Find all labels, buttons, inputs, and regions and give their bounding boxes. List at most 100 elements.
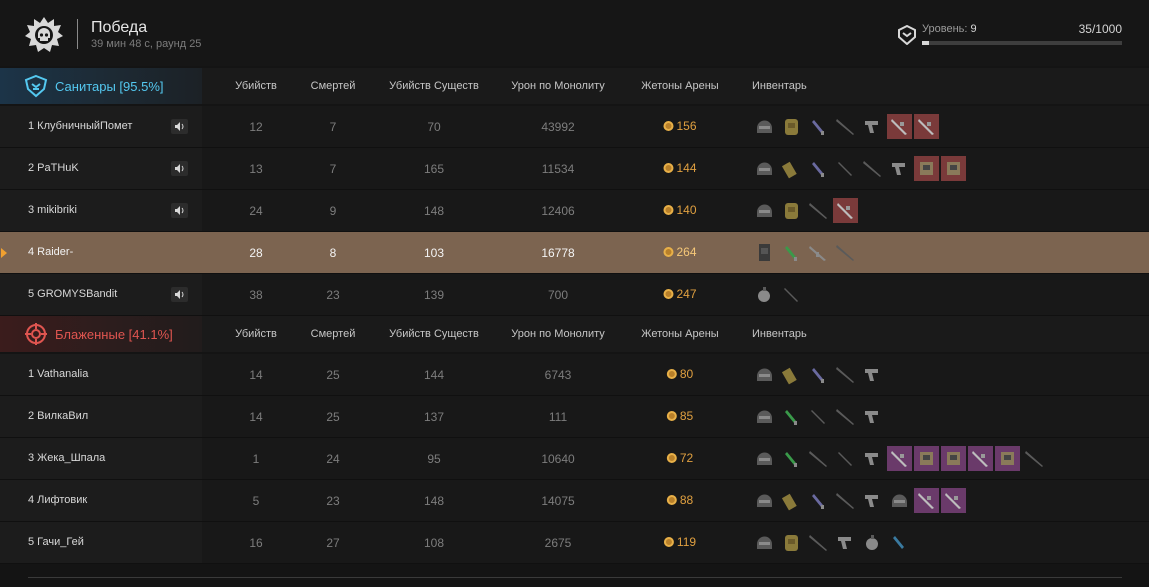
token-coin-icon [663,537,674,547]
inventory-item[interactable] [779,404,804,429]
inventory-item[interactable] [752,488,777,513]
inventory-item[interactable] [833,362,858,387]
inventory-item[interactable] [806,488,831,513]
inventory-item[interactable] [968,446,993,471]
player-row[interactable]: 1 Vathanalia 14 25 144 6743 80 [0,354,1149,396]
inventory-item[interactable] [806,530,831,555]
player-row[interactable]: 5 GROMYSBandit 38 23 139 700 247 [0,274,1149,316]
inventory-item[interactable] [779,446,804,471]
inventory-item[interactable] [860,446,885,471]
inventory-item[interactable] [779,530,804,555]
monolith-damage-value: 43992 [541,120,575,134]
inventory-item[interactable] [833,156,858,181]
inventory-item[interactable] [806,362,831,387]
inventory-item[interactable] [752,362,777,387]
inventory-item[interactable] [806,114,831,139]
inventory-item[interactable] [833,240,858,265]
voice-mute-button[interactable] [171,161,188,176]
player-name-cell: 3 Жека_Шпала [0,438,202,479]
inventory-item[interactable] [833,446,858,471]
voice-mute-button[interactable] [171,119,188,134]
rifle-icon [836,119,854,135]
inventory-item[interactable] [752,404,777,429]
player-row[interactable]: 3 Жека_Шпала 1 24 95 10640 72 [0,438,1149,480]
arena-tokens-value: 85 [666,409,693,423]
ammo-pouch-icon [781,161,797,179]
helmet-icon [757,410,772,423]
xp-progress-fill [922,41,929,45]
player-row[interactable]: 1 КлубничныйПомет 12 7 70 43992 156 [0,106,1149,148]
inventory-item[interactable] [914,446,939,471]
col-kills-header: Убийств [235,80,277,92]
inventory-item[interactable] [779,240,804,265]
inventory-item[interactable] [887,446,912,471]
inventory-item[interactable] [887,156,912,181]
syringe-icon [812,120,824,135]
inventory-item[interactable] [995,446,1020,471]
inventory-item[interactable] [752,114,777,139]
inventory-item[interactable] [752,530,777,555]
inventory-item[interactable] [860,404,885,429]
col-monolith-damage-header: Урон по Монолиту [511,328,605,340]
voice-mute-button[interactable] [171,287,188,302]
inventory-item[interactable] [779,488,804,513]
inventory-item[interactable] [806,404,831,429]
inventory-item[interactable] [860,488,885,513]
player-row[interactable]: 2 ВилкаВил 14 25 137 111 85 [0,396,1149,438]
blue-syringe-icon [893,536,904,549]
inventory-item[interactable] [806,198,831,223]
inventory-item[interactable] [860,156,885,181]
rifle-icon [836,493,854,509]
inventory-item[interactable] [806,446,831,471]
blessed-emblem-icon [25,323,47,345]
xp-progress-bar [922,41,1122,45]
inventory-item[interactable] [914,156,939,181]
inventory-item[interactable] [779,362,804,387]
player-name: 5 GROMYSBandit [28,288,118,300]
inventory-item[interactable] [752,282,777,307]
inventory-item[interactable] [860,114,885,139]
inventory-item[interactable] [833,530,858,555]
player-name-cell: 4 Лифтовик [0,480,202,521]
inventory-item[interactable] [887,488,912,513]
inventory-item[interactable] [752,446,777,471]
inventory-item[interactable] [941,156,966,181]
creature-kills-value: 139 [423,288,445,302]
inventory-item[interactable] [779,114,804,139]
inventory-item[interactable] [887,530,912,555]
voice-mute-button[interactable] [171,203,188,218]
player-row[interactable]: 4 Raider- 28 8 103 16778 264 [0,232,1149,274]
inventory-item[interactable] [806,240,831,265]
inventory-item[interactable] [806,156,831,181]
inventory-item[interactable] [914,488,939,513]
player-row[interactable]: 2 PaTHuK 13 7 165 11534 144 [0,148,1149,190]
inventory-item[interactable] [1022,446,1047,471]
inventory-item[interactable] [833,198,858,223]
inventory-item[interactable] [833,404,858,429]
inventory-item[interactable] [914,114,939,139]
player-row[interactable]: 3 mikibriki 24 9 148 12406 140 [0,190,1149,232]
inventory-item[interactable] [779,282,804,307]
inventory-item[interactable] [860,530,885,555]
inventory-item[interactable] [752,156,777,181]
inventory-item[interactable] [833,488,858,513]
inventory-item[interactable] [887,114,912,139]
inventory-item[interactable] [752,240,777,265]
arena-tokens-value: 80 [666,367,693,381]
player-name: 3 Жека_Шпала [28,452,106,464]
inventory-item[interactable] [941,488,966,513]
inventory-item[interactable] [941,446,966,471]
kills-value: 13 [249,162,263,176]
token-coin-icon [666,453,677,463]
inventory-item[interactable] [833,114,858,139]
inventory-item[interactable] [779,198,804,223]
inventory-item[interactable] [779,156,804,181]
inventory-item[interactable] [752,198,777,223]
player-name: 1 КлубничныйПомет [28,120,133,132]
inventory-item[interactable] [860,362,885,387]
monolith-damage-value: 6743 [544,368,572,382]
player-row[interactable]: 5 Гачи_Гей 16 27 108 2675 119 [0,522,1149,564]
kills-value: 1 [252,452,260,466]
syringe-icon [812,162,824,177]
player-row[interactable]: 4 Лифтовик 5 23 148 14075 88 [0,480,1149,522]
